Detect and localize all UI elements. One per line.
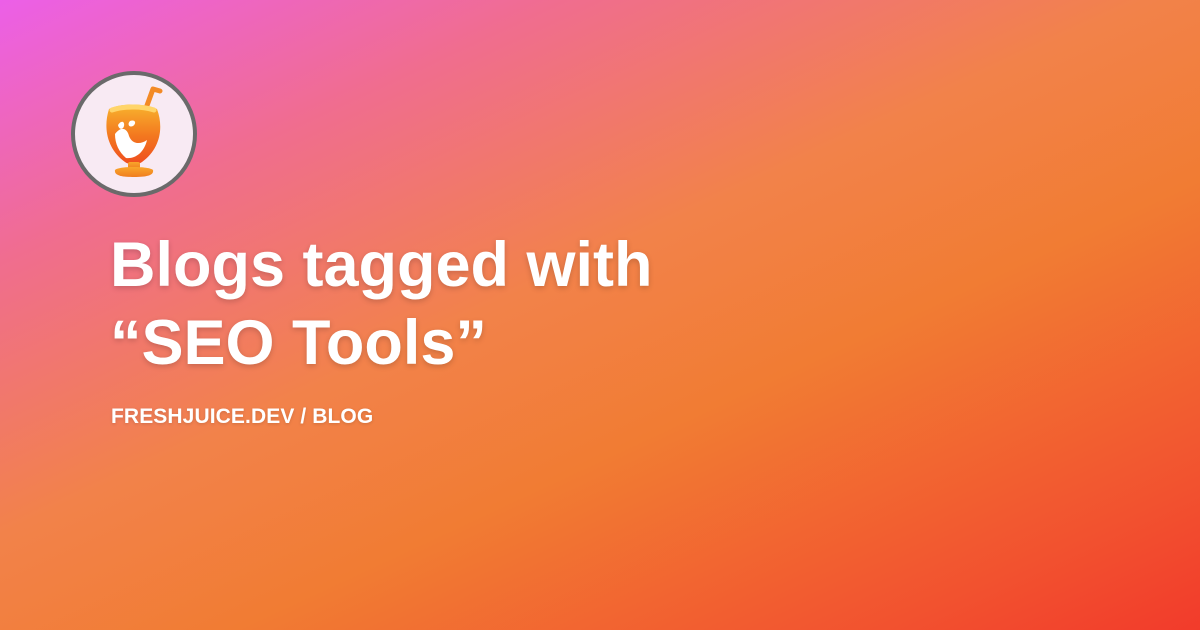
page-title: Blogs tagged with “SEO Tools” xyxy=(110,226,1110,382)
title-line-tagged-with: Blogs tagged with xyxy=(110,230,653,300)
site-breadcrumb: FRESHJUICE.DEV / BLOG xyxy=(111,405,374,428)
juice-glass-icon xyxy=(106,86,163,177)
social-share-card: Blogs tagged with “SEO Tools” FRESHJUICE… xyxy=(0,0,1200,630)
title-line-tag-name: “SEO Tools” xyxy=(110,308,487,378)
freshjuice-logo xyxy=(71,71,197,197)
